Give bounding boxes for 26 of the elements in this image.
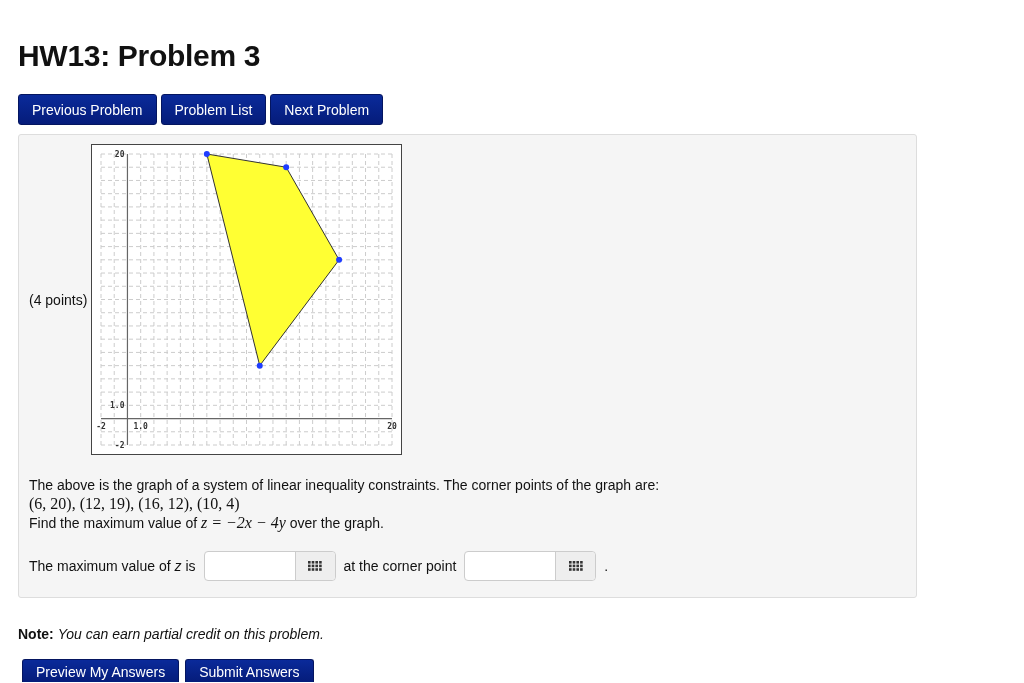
note-text: Note: You can earn partial credit on this problem. <box>18 626 325 642</box>
answer-field[interactable] <box>464 551 597 581</box>
corner-points-text: (6, 20), (12, 19), (16, 12), (10, 4) <box>29 494 241 513</box>
keypad-button[interactable] <box>555 552 596 580</box>
nav-button[interactable]: Next Problem <box>270 94 384 125</box>
tick-label: 20 <box>115 150 125 159</box>
question-text: Find the maximum value of z = −2x − 4y over the graph. <box>29 513 385 533</box>
answer-label: at the corner point <box>343 558 457 574</box>
keypad-icon <box>308 561 322 571</box>
keypad-button[interactable] <box>294 552 335 580</box>
submit-button[interactable]: Submit Answers <box>185 659 314 682</box>
nav-button[interactable]: Problem List <box>160 94 267 125</box>
keypad-icon <box>568 561 583 571</box>
tick-label: -2 <box>96 421 107 431</box>
points-label: (4 points) <box>29 291 88 308</box>
submit-button[interactable]: Preview My Answers <box>22 659 180 682</box>
tick-label: -2 <box>115 441 125 450</box>
tick-label: 1.0 <box>133 421 149 431</box>
tick-label: 20 <box>387 421 398 431</box>
tick-label: 1.0 <box>110 401 125 411</box>
answer-field[interactable] <box>203 551 336 581</box>
problem-text: The above is the graph of a system of linear inequality constraints. The corner points of the graph are: <box>29 476 661 494</box>
nav-button[interactable]: Previous Problem <box>18 94 157 125</box>
answer-label: . <box>604 558 609 574</box>
answer-label: The maximum value of z is <box>29 558 196 574</box>
page-title: HW13: Problem 3 <box>18 38 261 74</box>
